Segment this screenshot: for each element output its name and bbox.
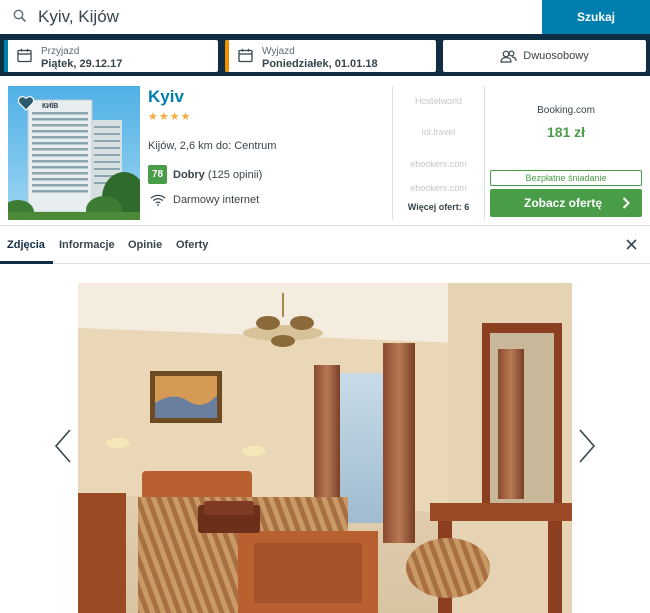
breakfast-badge: Bezpłatne śniadanie (490, 170, 642, 186)
view-deal-label: Zobacz ofertę (524, 196, 603, 210)
chevron-right-icon (622, 197, 630, 212)
star-rating: ★★★★ (148, 111, 192, 123)
tab-reviews[interactable]: Opinie (128, 239, 162, 251)
hotel-photo[interactable] (78, 283, 572, 613)
offer-site[interactable]: ebookers.com (393, 183, 484, 193)
calendar-icon (238, 48, 253, 68)
users-icon (500, 49, 517, 63)
search-icon (13, 9, 27, 28)
previous-photo-button[interactable] (50, 418, 78, 474)
view-deal-button[interactable]: Zobacz ofertę (490, 189, 642, 217)
rating-score-badge: 78 (148, 165, 167, 184)
hotel-thumbnail[interactable]: КИЇВ (8, 86, 140, 220)
rating-reviews: (125 opinii) (207, 169, 263, 181)
search-button[interactable]: Szukaj (542, 0, 650, 34)
checkin-accent (4, 40, 8, 72)
best-deal-site: Booking.com (537, 105, 595, 116)
checkout-label: Wyjazd (262, 46, 295, 57)
close-icon[interactable] (626, 237, 637, 255)
offer-site[interactable]: ebookers.com (393, 159, 484, 169)
hotel-sign-text: КИЇВ (42, 102, 58, 110)
detail-tabs: Zdjęcia Informacje Opinie Oferty (0, 227, 650, 264)
other-offers: Hostelworld lol.travel ebookers.com eboo… (392, 86, 485, 220)
amenity-wifi: Darmowy internet (173, 194, 260, 206)
room-type-label: Dwuosobowy (523, 50, 589, 62)
checkout-value: Poniedziałek, 01.01.18 (262, 58, 378, 70)
hotel-name-link[interactable]: Kyiv (148, 87, 184, 107)
checkout-accent (225, 40, 229, 72)
wifi-icon (150, 193, 166, 211)
checkin-value: Piątek, 29.12.17 (41, 58, 123, 70)
checkout-field[interactable]: Wyjazd Poniedziałek, 01.01.18 (225, 40, 436, 72)
offer-site[interactable]: Hostelworld (393, 96, 484, 106)
next-photo-button[interactable] (572, 418, 600, 474)
active-tab-indicator (0, 261, 53, 264)
favorite-heart-icon[interactable] (17, 96, 35, 116)
tab-photos[interactable]: Zdjęcia (7, 239, 45, 251)
hotel-result: КИЇВ Kyiv ★★★★ Kijów, 2,6 km do: Centrum… (0, 80, 650, 226)
search-bar: Szukaj (0, 0, 650, 36)
tab-offers[interactable]: Oferty (176, 239, 208, 251)
best-deal: Booking.com 181 zł Bezpłatne śniadanie Z… (486, 86, 650, 220)
search-field-container (0, 0, 542, 34)
more-offers-link[interactable]: Więcej ofert: 6 (393, 202, 484, 212)
room-type-selector[interactable]: Dwuosobowy (443, 40, 646, 72)
rating-label: Dobry (173, 169, 205, 181)
destination-input[interactable] (38, 6, 518, 28)
tab-info[interactable]: Informacje (59, 239, 115, 251)
date-bar: Przyjazd Piątek, 29.12.17 Wyjazd Poniedz… (0, 36, 650, 76)
checkin-field[interactable]: Przyjazd Piątek, 29.12.17 (4, 40, 218, 72)
rating-summary[interactable]: Dobry (125 opinii) (173, 169, 262, 181)
hotel-location[interactable]: Kijów, 2,6 km do: Centrum (148, 140, 276, 152)
calendar-icon (17, 48, 32, 68)
offer-site[interactable]: lol.travel (393, 127, 484, 137)
best-deal-price[interactable]: 181 zł (486, 124, 646, 140)
checkin-label: Przyjazd (41, 46, 80, 57)
